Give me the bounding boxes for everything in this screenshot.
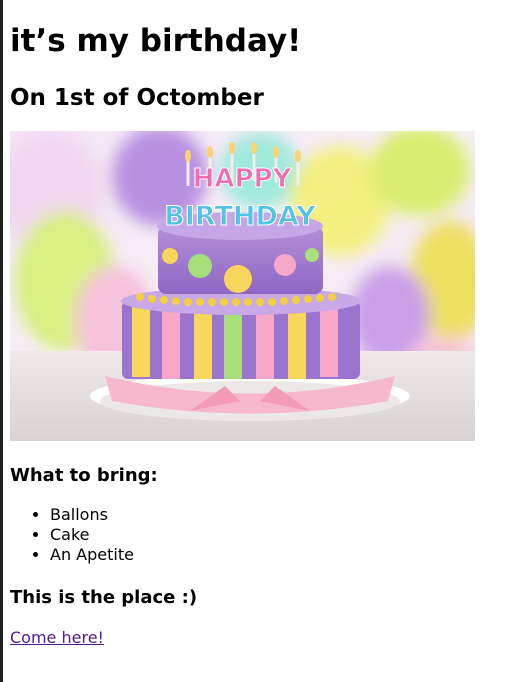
left-border [0,0,3,682]
cake-topper-birthday: BIRTHDAY [164,201,316,232]
what-to-bring-heading: What to bring: [10,465,158,486]
bring-list: Ballons Cake An Apetite [10,505,134,565]
list-item: Ballons [50,505,134,525]
list-item: An Apetite [50,545,134,565]
page-title: it’s my birthday! [10,23,302,59]
list-item: Cake [50,525,134,545]
place-link[interactable]: Come here! [10,628,104,648]
birthday-cake-image: HAPPY BIRTHDAY [10,131,475,441]
cake-topper-happy: HAPPY [193,164,293,194]
page-subtitle: On 1st of Octomber [10,85,264,111]
place-heading: This is the place :) [10,587,198,608]
